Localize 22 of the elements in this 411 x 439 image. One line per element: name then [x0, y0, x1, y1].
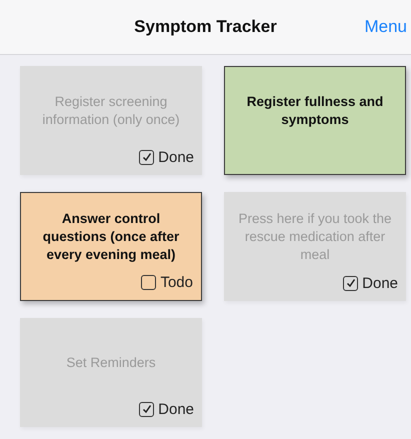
screen-title: Symptom Tracker [134, 17, 277, 37]
task-label: Set Reminders [66, 354, 156, 372]
task-label: Answer control questions (once after every evening meal) [42, 210, 180, 264]
task-tile[interactable]: Set Reminders Done [20, 318, 202, 427]
task-label: Press here if you took the rescue medication after meal [237, 210, 393, 264]
status-label: Done [362, 274, 398, 292]
task-tile[interactable]: Press here if you took the rescue medication after meal Done [224, 192, 406, 301]
task-tile[interactable]: Register screening information (only once) Done [20, 66, 202, 175]
task-label: Register fullness and symptoms [246, 92, 384, 128]
checkmark-icon [346, 278, 356, 288]
task-label: Register screening information (only once) [41, 92, 181, 128]
task-tile[interactable]: Answer control questions (once after every evening meal) Todo [20, 192, 202, 301]
task-tile[interactable]: Register fullness and symptoms [224, 66, 406, 175]
checkmark-icon [142, 404, 152, 414]
checkbox[interactable] [343, 276, 358, 290]
status-label: Done [158, 148, 194, 166]
checkmark-icon [142, 152, 152, 162]
checkbox[interactable] [139, 150, 154, 164]
status-label: Done [158, 400, 194, 418]
checkbox[interactable] [141, 274, 156, 290]
checkbox[interactable] [139, 402, 154, 416]
status-label: Todo [160, 274, 193, 290]
